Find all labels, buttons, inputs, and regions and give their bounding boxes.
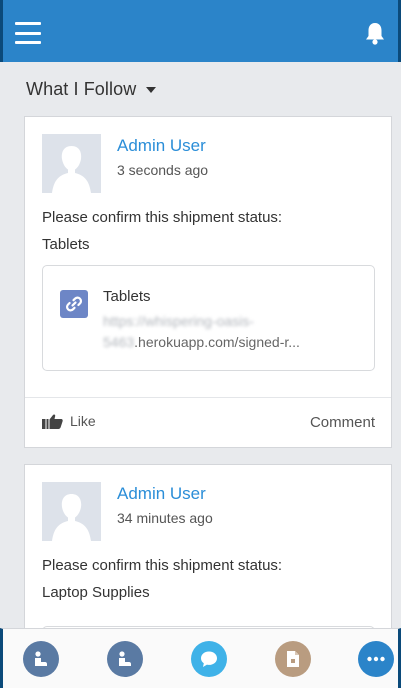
post-author-link[interactable]: Admin User (117, 136, 206, 156)
post-body: Please confirm this shipment status: Lap… (42, 552, 377, 606)
link-url-redacted: https://whispering-oasis- (103, 313, 254, 329)
post-timestamp: 3 seconds ago (117, 162, 209, 178)
files-tab[interactable] (275, 641, 311, 677)
file-icon (287, 651, 299, 667)
post-timestamp: 34 minutes ago (117, 510, 213, 526)
bell-icon[interactable] (364, 21, 386, 45)
ellipsis-icon (367, 656, 385, 662)
divider (25, 397, 391, 398)
more-tab[interactable] (358, 641, 394, 677)
app-icon (119, 651, 131, 666)
post-body-line: Tablets (42, 236, 90, 253)
app-header (0, 0, 401, 62)
post-body: Please confirm this shipment status: Tab… (42, 204, 377, 258)
avatar[interactable] (42, 134, 101, 193)
hamburger-icon[interactable] (15, 22, 41, 44)
chatter-tab[interactable] (191, 641, 227, 677)
approvals-tab[interactable] (23, 641, 59, 677)
bottom-tab-bar (0, 628, 401, 688)
feed-filter-label: What I Follow (26, 78, 137, 99)
caret-down-icon (146, 87, 157, 93)
like-button[interactable]: Like (42, 413, 96, 429)
avatar[interactable] (42, 482, 101, 541)
link-url-domain: .herokuapp.com/signed-r... (134, 334, 300, 350)
link-icon (60, 290, 88, 318)
link-attachment[interactable]: Tablets https://whispering-oasis- 5463.h… (42, 265, 375, 371)
post-body-line: Please confirm this shipment status: (42, 557, 283, 574)
feed-filter-dropdown[interactable]: What I Follow (26, 78, 157, 100)
feed-item: Admin User 3 seconds ago Please confirm … (24, 116, 392, 448)
link-url-redacted: 5463 (103, 334, 135, 350)
actions-tab[interactable] (107, 641, 143, 677)
post-author-link[interactable]: Admin User (117, 484, 206, 504)
like-label: Like (70, 413, 96, 429)
post-body-line: Please confirm this shipment status: (42, 209, 283, 226)
comment-button[interactable]: Comment (310, 414, 375, 431)
app-icon (35, 651, 47, 666)
link-title: Tablets (103, 288, 151, 305)
link-url: https://whispering-oasis- 5463.herokuapp… (103, 311, 363, 353)
post-body-line: Laptop Supplies (42, 584, 150, 601)
speech-bubble-icon (201, 651, 217, 667)
thumbs-up-icon (42, 414, 63, 429)
